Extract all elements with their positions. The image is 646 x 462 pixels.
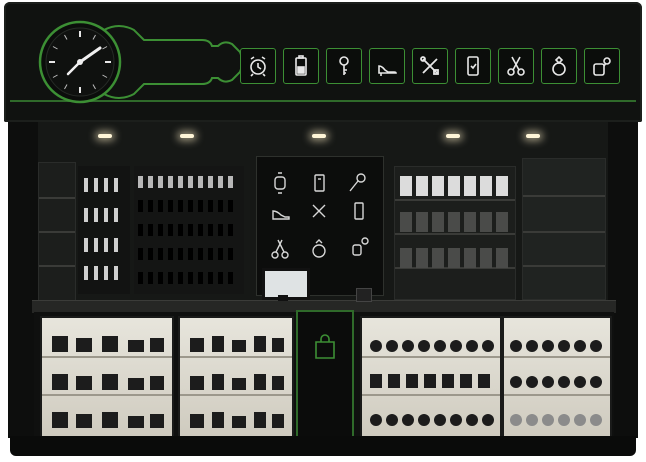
scissors-icon xyxy=(271,239,289,259)
ceiling-light xyxy=(98,134,112,138)
scissors-icon xyxy=(498,48,534,84)
key-icon xyxy=(349,173,366,192)
tools-icon xyxy=(412,48,448,84)
ceiling-light xyxy=(446,134,460,138)
card-terminal xyxy=(356,288,372,302)
key-blanks-wall-large xyxy=(134,166,244,294)
key-icon xyxy=(326,48,362,84)
right-glass-cabinet xyxy=(522,158,606,300)
display-case-3 xyxy=(360,316,502,438)
watch-icon xyxy=(274,172,286,194)
shopping-bag-icon xyxy=(315,334,335,359)
high-heel-shoe-icon xyxy=(369,48,405,84)
phone-case-display xyxy=(400,176,508,268)
monitor-stand xyxy=(278,295,288,301)
car-key-fob-icon xyxy=(584,48,620,84)
ring-icon xyxy=(312,239,326,258)
ceiling-light xyxy=(180,134,194,138)
counter-door xyxy=(296,310,354,440)
high-heel-shoe-icon xyxy=(272,210,290,220)
ceiling-light xyxy=(312,134,326,138)
ceiling-light xyxy=(526,134,540,138)
battery-icon xyxy=(283,48,319,84)
key-blanks-wall xyxy=(78,166,130,294)
battery-icon xyxy=(314,174,325,192)
kiosk-base xyxy=(10,436,636,456)
service-kiosk xyxy=(0,0,646,462)
car-key-fob-icon xyxy=(352,237,369,256)
service-icons-row xyxy=(240,48,620,84)
left-glass-cabinet xyxy=(38,162,76,302)
ring-icon xyxy=(541,48,577,84)
phone-repair-icon xyxy=(455,48,491,84)
tools-icon xyxy=(312,204,326,218)
alarm-clock-icon xyxy=(240,48,276,84)
display-case-1 xyxy=(40,316,174,438)
display-case-2 xyxy=(178,316,294,438)
clock-key-sign xyxy=(38,20,243,104)
display-case-4 xyxy=(502,316,612,438)
phone-icon xyxy=(354,202,364,220)
